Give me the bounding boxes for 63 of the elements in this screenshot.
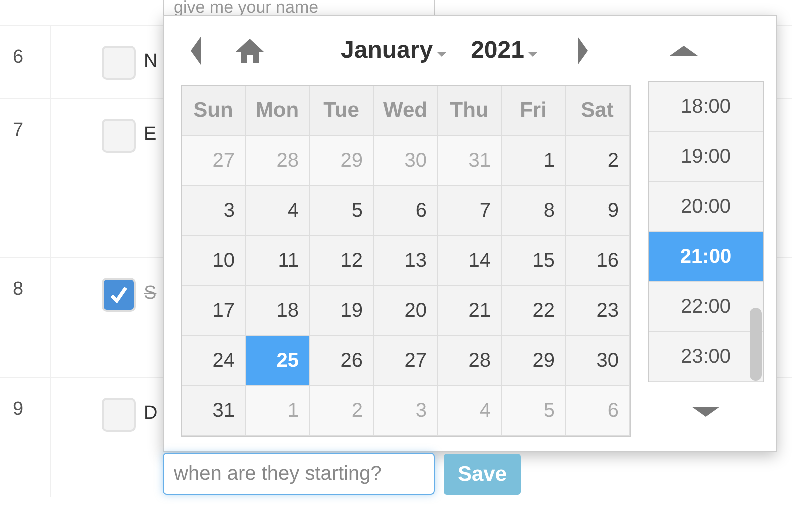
day-cell[interactable]: 6 [374,186,438,236]
start-field[interactable]: when are they starting? [163,453,435,495]
day-cell[interactable]: 8 [502,186,566,236]
day-cell[interactable]: 29 [502,336,566,386]
day-cell[interactable]: 23 [566,286,630,336]
day-cell[interactable]: 7 [438,186,502,236]
row-number: 8 [13,279,24,300]
day-cell[interactable]: 16 [566,236,630,286]
time-option[interactable]: 19:00 [649,132,763,182]
caret-icon [528,52,538,56]
checkbox[interactable] [102,398,136,432]
weekday-header: Wed [374,86,438,136]
day-cell[interactable]: 26 [310,336,374,386]
scroll-down-icon[interactable] [692,407,720,417]
day-cell[interactable]: 14 [438,236,502,286]
year-dropdown[interactable]: 2021 [471,33,538,69]
weekday-header: Tue [310,86,374,136]
caret-icon [437,52,448,56]
task-text: D [144,402,158,426]
day-cell[interactable]: 31 [182,386,246,436]
day-cell[interactable]: 13 [374,236,438,286]
scroll-up-icon[interactable] [670,46,698,56]
time-option[interactable]: 18:00 [649,82,763,132]
day-cell[interactable]: 22 [502,286,566,336]
weekday-header: Thu [438,86,502,136]
home-icon[interactable] [236,39,264,63]
scrollbar-thumb[interactable] [750,308,762,381]
weekday-header: Mon [246,86,310,136]
day-cell[interactable]: 11 [246,236,310,286]
row-number: 9 [13,399,24,420]
checkmark-icon [109,285,129,305]
day-cell[interactable]: 17 [182,286,246,336]
weekday-header: Fri [502,86,566,136]
day-cell[interactable]: 2 [566,136,630,186]
checkbox[interactable] [102,119,136,153]
day-cell[interactable]: 30 [566,336,630,386]
day-cell[interactable]: 20 [374,286,438,336]
day-cell[interactable]: 4 [246,186,310,236]
day-cell[interactable]: 5 [310,186,374,236]
weekday-header: Sat [566,86,630,136]
day-cell[interactable]: 12 [310,236,374,286]
previous-month-icon[interactable] [191,37,201,65]
checkbox[interactable] [102,46,136,80]
month-dropdown[interactable]: January [341,33,448,69]
day-cell[interactable]: 1 [502,136,566,186]
day-cell[interactable]: 19 [310,286,374,336]
day-cell[interactable]: 21 [438,286,502,336]
day-cell[interactable]: 3 [182,186,246,236]
task-text: S [144,282,157,306]
day-cell[interactable]: 27 [374,336,438,386]
day-cell[interactable]: 18 [246,286,310,336]
task-text: N [144,50,158,74]
day-cell[interactable]: 28 [438,336,502,386]
next-month-icon[interactable] [578,37,588,65]
row-number: 7 [13,120,24,141]
row-number: 6 [13,47,24,68]
weekday-header: Sun [182,86,246,136]
checkbox[interactable] [102,278,136,312]
day-cell[interactable]: 15 [502,236,566,286]
day-cell[interactable]: 24 [182,336,246,386]
task-text: E [144,123,157,147]
day-cell[interactable]: 9 [566,186,630,236]
day-cell[interactable]: 10 [182,236,246,286]
